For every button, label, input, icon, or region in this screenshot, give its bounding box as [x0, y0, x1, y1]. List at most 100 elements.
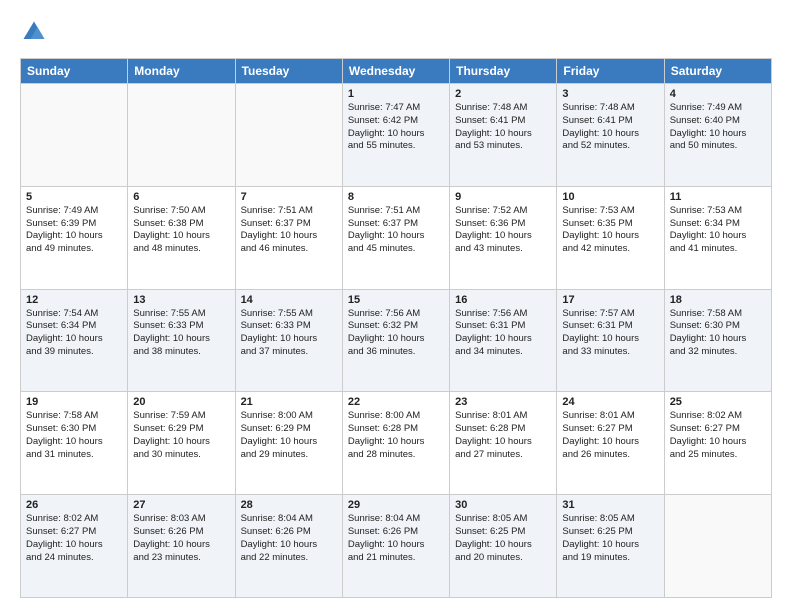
day-number: 8 — [348, 191, 444, 203]
day-number: 20 — [133, 396, 229, 408]
day-content: Sunrise: 7:49 AM Sunset: 6:39 PM Dayligh… — [26, 205, 122, 256]
calendar-cell: 3 Sunrise: 7:48 AM Sunset: 6:41 PM Daylig… — [557, 84, 664, 187]
day-content: Sunrise: 8:04 AM Sunset: 6:26 PM Dayligh… — [348, 513, 444, 564]
calendar-cell: 23 Sunrise: 8:01 AM Sunset: 6:28 PM Dayli… — [450, 392, 557, 495]
day-content: Sunrise: 7:49 AM Sunset: 6:40 PM Dayligh… — [670, 102, 766, 153]
calendar-cell — [664, 495, 771, 598]
day-number: 12 — [26, 294, 122, 306]
day-content: Sunrise: 8:01 AM Sunset: 6:27 PM Dayligh… — [562, 410, 658, 461]
calendar-cell: 1Sunrise: 7:47 AM Sunset: 6:42 PM Daylig… — [342, 84, 449, 187]
day-header-tuesday: Tuesday — [235, 59, 342, 84]
day-content: Sunrise: 7:58 AM Sunset: 6:30 PM Dayligh… — [26, 410, 122, 461]
day-number: 4 — [670, 88, 766, 100]
day-number: 14 — [241, 294, 337, 306]
day-content: Sunrise: 8:05 AM Sunset: 6:25 PM Dayligh… — [455, 513, 551, 564]
calendar-cell: 10 Sunrise: 7:53 AM Sunset: 6:35 PM Dayli… — [557, 186, 664, 289]
week-row-3: 12 Sunrise: 7:54 AM Sunset: 6:34 PM Dayli… — [21, 289, 772, 392]
day-number: 13 — [133, 294, 229, 306]
calendar-cell: 27 Sunrise: 8:03 AM Sunset: 6:26 PM Dayli… — [128, 495, 235, 598]
day-content: Sunrise: 7:52 AM Sunset: 6:36 PM Dayligh… — [455, 205, 551, 256]
day-content: Sunrise: 7:48 AM Sunset: 6:41 PM Dayligh… — [562, 102, 658, 153]
day-content: Sunrise: 7:53 AM Sunset: 6:35 PM Dayligh… — [562, 205, 658, 256]
calendar-cell: 12 Sunrise: 7:54 AM Sunset: 6:34 PM Dayli… — [21, 289, 128, 392]
header-row: SundayMondayTuesdayWednesdayThursdayFrid… — [21, 59, 772, 84]
day-content: Sunrise: 8:00 AM Sunset: 6:28 PM Dayligh… — [348, 410, 444, 461]
day-content: Sunrise: 7:57 AM Sunset: 6:31 PM Dayligh… — [562, 308, 658, 359]
day-header-sunday: Sunday — [21, 59, 128, 84]
day-number: 27 — [133, 499, 229, 511]
day-header-monday: Monday — [128, 59, 235, 84]
day-number: 10 — [562, 191, 658, 203]
logo — [20, 18, 52, 46]
calendar-cell: 4 Sunrise: 7:49 AM Sunset: 6:40 PM Daylig… — [664, 84, 771, 187]
calendar-cell: 13 Sunrise: 7:55 AM Sunset: 6:33 PM Dayli… — [128, 289, 235, 392]
day-number: 21 — [241, 396, 337, 408]
calendar-cell: 30 Sunrise: 8:05 AM Sunset: 6:25 PM Dayli… — [450, 495, 557, 598]
day-content: Sunrise: 7:51 AM Sunset: 6:37 PM Dayligh… — [348, 205, 444, 256]
day-header-friday: Friday — [557, 59, 664, 84]
day-number: 11 — [670, 191, 766, 203]
day-number: 16 — [455, 294, 551, 306]
calendar-cell: 24 Sunrise: 8:01 AM Sunset: 6:27 PM Dayli… — [557, 392, 664, 495]
day-header-saturday: Saturday — [664, 59, 771, 84]
day-number: 2 — [455, 88, 551, 100]
day-content: Sunrise: 8:01 AM Sunset: 6:28 PM Dayligh… — [455, 410, 551, 461]
calendar-cell: 22 Sunrise: 8:00 AM Sunset: 6:28 PM Dayli… — [342, 392, 449, 495]
week-row-5: 26Sunrise: 8:02 AM Sunset: 6:27 PM Dayli… — [21, 495, 772, 598]
page: SundayMondayTuesdayWednesdayThursdayFrid… — [0, 0, 792, 612]
day-content: Sunrise: 7:56 AM Sunset: 6:32 PM Dayligh… — [348, 308, 444, 359]
week-row-2: 5 Sunrise: 7:49 AM Sunset: 6:39 PM Daylig… — [21, 186, 772, 289]
day-number: 25 — [670, 396, 766, 408]
day-number: 28 — [241, 499, 337, 511]
day-content: Sunrise: 8:00 AM Sunset: 6:29 PM Dayligh… — [241, 410, 337, 461]
day-content: Sunrise: 7:55 AM Sunset: 6:33 PM Dayligh… — [241, 308, 337, 359]
calendar-cell: 25 Sunrise: 8:02 AM Sunset: 6:27 PM Dayli… — [664, 392, 771, 495]
day-number: 9 — [455, 191, 551, 203]
calendar-cell: 29 Sunrise: 8:04 AM Sunset: 6:26 PM Dayli… — [342, 495, 449, 598]
calendar-cell: 21 Sunrise: 8:00 AM Sunset: 6:29 PM Dayli… — [235, 392, 342, 495]
calendar-table: SundayMondayTuesdayWednesdayThursdayFrid… — [20, 58, 772, 598]
calendar-cell: 26Sunrise: 8:02 AM Sunset: 6:27 PM Dayli… — [21, 495, 128, 598]
calendar-cell: 19Sunrise: 7:58 AM Sunset: 6:30 PM Dayli… — [21, 392, 128, 495]
day-content: Sunrise: 7:50 AM Sunset: 6:38 PM Dayligh… — [133, 205, 229, 256]
day-number: 7 — [241, 191, 337, 203]
calendar-cell — [21, 84, 128, 187]
day-number: 5 — [26, 191, 122, 203]
day-number: 18 — [670, 294, 766, 306]
day-header-wednesday: Wednesday — [342, 59, 449, 84]
day-number: 1 — [348, 88, 444, 100]
day-content: Sunrise: 7:55 AM Sunset: 6:33 PM Dayligh… — [133, 308, 229, 359]
calendar-cell: 28 Sunrise: 8:04 AM Sunset: 6:26 PM Dayli… — [235, 495, 342, 598]
day-number: 30 — [455, 499, 551, 511]
week-row-4: 19Sunrise: 7:58 AM Sunset: 6:30 PM Dayli… — [21, 392, 772, 495]
day-number: 29 — [348, 499, 444, 511]
calendar-cell: 8 Sunrise: 7:51 AM Sunset: 6:37 PM Daylig… — [342, 186, 449, 289]
calendar-cell: 11 Sunrise: 7:53 AM Sunset: 6:34 PM Dayli… — [664, 186, 771, 289]
day-content: Sunrise: 8:05 AM Sunset: 6:25 PM Dayligh… — [562, 513, 658, 564]
day-number: 17 — [562, 294, 658, 306]
week-row-1: 1Sunrise: 7:47 AM Sunset: 6:42 PM Daylig… — [21, 84, 772, 187]
day-content: Sunrise: 8:03 AM Sunset: 6:26 PM Dayligh… — [133, 513, 229, 564]
day-number: 6 — [133, 191, 229, 203]
day-header-thursday: Thursday — [450, 59, 557, 84]
calendar-cell: 5 Sunrise: 7:49 AM Sunset: 6:39 PM Daylig… — [21, 186, 128, 289]
calendar-cell: 15 Sunrise: 7:56 AM Sunset: 6:32 PM Dayli… — [342, 289, 449, 392]
header — [20, 18, 772, 46]
calendar-cell: 18Sunrise: 7:58 AM Sunset: 6:30 PM Dayli… — [664, 289, 771, 392]
calendar-cell: 20Sunrise: 7:59 AM Sunset: 6:29 PM Dayli… — [128, 392, 235, 495]
day-content: Sunrise: 8:04 AM Sunset: 6:26 PM Dayligh… — [241, 513, 337, 564]
day-number: 23 — [455, 396, 551, 408]
day-number: 15 — [348, 294, 444, 306]
day-number: 3 — [562, 88, 658, 100]
day-content: Sunrise: 7:54 AM Sunset: 6:34 PM Dayligh… — [26, 308, 122, 359]
calendar-cell: 14 Sunrise: 7:55 AM Sunset: 6:33 PM Dayli… — [235, 289, 342, 392]
day-content: Sunrise: 7:53 AM Sunset: 6:34 PM Dayligh… — [670, 205, 766, 256]
calendar-cell: 6 Sunrise: 7:50 AM Sunset: 6:38 PM Daylig… — [128, 186, 235, 289]
day-number: 31 — [562, 499, 658, 511]
day-content: Sunrise: 8:02 AM Sunset: 6:27 PM Dayligh… — [670, 410, 766, 461]
calendar-cell: 9 Sunrise: 7:52 AM Sunset: 6:36 PM Daylig… — [450, 186, 557, 289]
day-number: 24 — [562, 396, 658, 408]
calendar-cell: 31 Sunrise: 8:05 AM Sunset: 6:25 PM Dayli… — [557, 495, 664, 598]
calendar-cell: 17 Sunrise: 7:57 AM Sunset: 6:31 PM Dayli… — [557, 289, 664, 392]
day-number: 22 — [348, 396, 444, 408]
